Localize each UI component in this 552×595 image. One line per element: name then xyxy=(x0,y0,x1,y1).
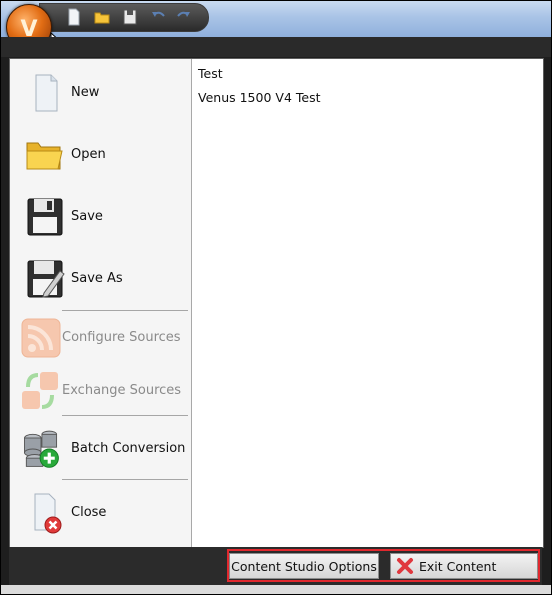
red-x-icon xyxy=(397,558,413,574)
menu-item-batch-conversion[interactable]: Batch Conversion xyxy=(10,421,191,477)
undo-icon[interactable] xyxy=(150,8,166,26)
exit-content-studio-button[interactable]: Exit Content Studio xyxy=(390,553,538,594)
open-folder-icon[interactable] xyxy=(94,8,110,26)
menu-item-label: Open xyxy=(71,147,106,162)
menu-item-label: Exchange Sources xyxy=(62,383,182,398)
quick-access-toolbar xyxy=(39,3,209,32)
window-bottom-edge xyxy=(1,585,551,594)
content-studio-options-button[interactable]: Content Studio Options xyxy=(229,553,379,579)
menu-item-close[interactable]: Close xyxy=(10,485,191,541)
new-document-icon xyxy=(35,74,58,112)
application-menu-panel: New Open Save Save As Configure Sources … xyxy=(9,58,544,548)
menu-item-label: New xyxy=(71,85,100,100)
rss-feed-icon xyxy=(21,318,61,358)
recent-documents-list: Test Venus 1500 V4 Test xyxy=(192,59,543,547)
menu-item-label: Batch Conversion xyxy=(71,441,186,456)
button-label: Content Studio Options xyxy=(231,559,377,574)
redo-icon[interactable] xyxy=(176,8,192,26)
menu-commands: New Open Save Save As Configure Sources … xyxy=(10,59,192,547)
menu-item-configure-sources[interactable]: Configure Sources xyxy=(10,310,191,366)
recent-document-item[interactable]: Test xyxy=(192,62,543,86)
application-window: V New Open Save Save As Configure Source… xyxy=(0,0,552,595)
floppy-disk-icon xyxy=(27,198,63,236)
menu-item-exchange-sources[interactable]: Exchange Sources xyxy=(10,363,191,419)
recent-document-item[interactable]: Venus 1500 V4 Test xyxy=(192,86,543,110)
menu-item-label: Configure Sources xyxy=(62,330,181,345)
exchange-feeds-icon xyxy=(22,372,58,409)
menu-separator xyxy=(62,479,188,480)
save-as-icon xyxy=(27,260,65,298)
menu-separator xyxy=(62,415,188,416)
menu-item-save[interactable]: Save xyxy=(10,189,191,245)
open-folder-icon xyxy=(26,142,63,170)
menu-item-label: Save xyxy=(71,209,103,224)
database-add-icon xyxy=(24,430,59,468)
new-doc-icon[interactable] xyxy=(66,8,82,26)
close-document-icon xyxy=(34,493,62,534)
menu-item-new[interactable]: New xyxy=(10,65,191,121)
menu-item-save-as[interactable]: Save As xyxy=(10,251,191,307)
menu-item-open[interactable]: Open xyxy=(10,127,191,183)
menu-header-band xyxy=(1,37,551,57)
save-icon[interactable] xyxy=(122,8,138,26)
menu-item-label: Save As xyxy=(71,271,123,286)
menu-item-label: Close xyxy=(71,505,107,520)
